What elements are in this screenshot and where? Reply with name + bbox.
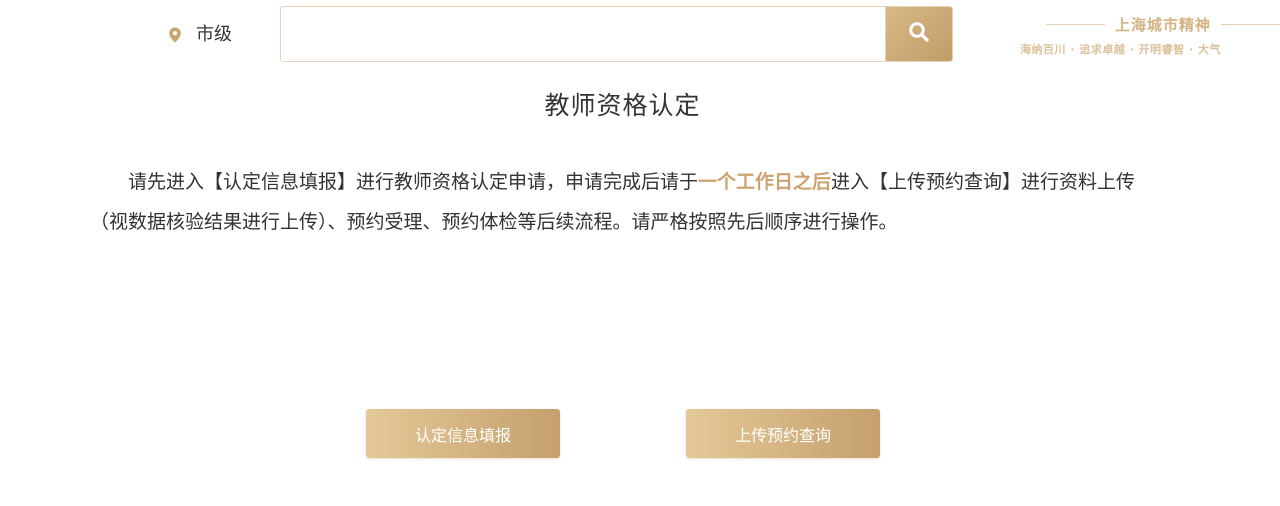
page: 市级 上海城市精神 海纳百川 · 追求卓越 · 开明睿智 · 大气 教师资格认定… (0, 0, 1280, 506)
instructions-paragraph: 请先进入【认定信息填报】进行教师资格认定申请，申请完成后请于一个工作日之后进入【… (90, 162, 1150, 242)
fill-info-button[interactable]: 认定信息填报 (366, 409, 560, 458)
location-selector[interactable]: 市级 (168, 22, 232, 48)
slogan-title: 上海城市精神 (1115, 15, 1212, 34)
search-box (280, 6, 953, 62)
slogan-divider-left (1046, 23, 1105, 25)
search-input[interactable] (281, 7, 885, 61)
slogan-divider-right (1221, 23, 1280, 25)
instructions-text-start: 请先进入【认定信息填报】进行教师资格认定申请，申请完成后请于 (128, 171, 699, 193)
search-button[interactable] (885, 7, 952, 61)
search-icon (908, 21, 930, 47)
upload-appointment-button[interactable]: 上传预约查询 (686, 409, 880, 458)
instructions-highlight: 一个工作日之后 (698, 171, 832, 193)
slogan-title-row: 上海城市精神 (1046, 12, 1280, 36)
location-label: 市级 (196, 24, 232, 45)
page-title: 教师资格认定 (544, 91, 701, 120)
slogan-subtitle: 海纳百川 · 追求卓越 · 开明睿智 · 大气 (1020, 43, 1222, 56)
location-pin-icon (168, 27, 182, 43)
city-spirit-slogan: 上海城市精神 海纳百川 · 追求卓越 · 开明睿智 · 大气 (1020, 12, 1280, 62)
